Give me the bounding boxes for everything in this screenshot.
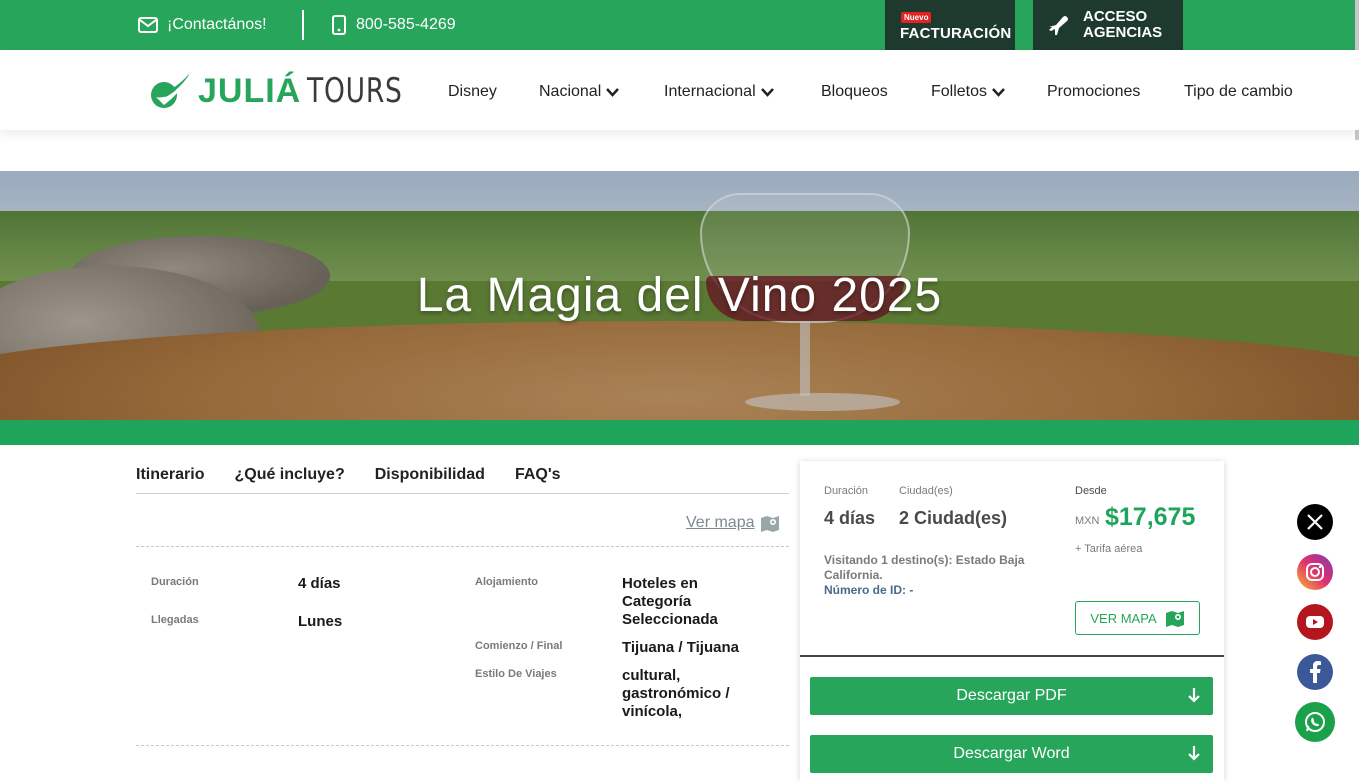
contact-link[interactable]: ¡Contactános!: [138, 0, 267, 50]
descargar-word-button[interactable]: Descargar Word: [810, 735, 1213, 773]
facebook-icon[interactable]: [1297, 654, 1333, 690]
descargar-word-label: Descargar Word: [953, 745, 1070, 762]
alojamiento-value: Hoteles en Categoría Seleccionada: [622, 575, 718, 628]
x-icon[interactable]: [1297, 504, 1333, 540]
estilo-viajes-label: Estilo De Viajes: [475, 668, 557, 680]
whatsapp-icon[interactable]: [1295, 702, 1335, 742]
tab-faqs[interactable]: FAQ's: [515, 466, 561, 486]
divider: [136, 546, 789, 547]
arrow-down-icon: [1188, 688, 1200, 703]
airplane-icon: [1049, 16, 1068, 35]
logo-text-julia: JULIÁ: [198, 71, 302, 110]
nav-item-folletos[interactable]: Folletos: [931, 80, 1005, 104]
card-desde-label: Desde: [1075, 485, 1107, 497]
facturacion-label: FACTURACIÓN: [900, 25, 1012, 42]
nav-label: Bloqueos: [821, 83, 888, 100]
nuevo-badge: Nuevo: [901, 12, 932, 23]
ver-mapa-label: Ver mapa: [686, 514, 755, 531]
nav-item-disney[interactable]: Disney: [448, 80, 497, 104]
mail-icon: [138, 17, 158, 33]
llegadas-label: Llegadas: [151, 614, 199, 626]
comienzo-final-label: Comienzo / Final: [475, 640, 563, 652]
topbar-divider: [302, 10, 304, 40]
card-tarifa-note: + Tarifa aérea: [1075, 543, 1143, 555]
card-currency: MXN: [1075, 515, 1100, 527]
ver-mapa-button-label: VER MAPA: [1090, 610, 1157, 626]
nav-label: Promociones: [1047, 83, 1141, 100]
card-ciudades-value: 2 Ciudad(es): [899, 508, 1008, 528]
estilo-viajes-value: cultural, gastronómico / vinícola,: [622, 667, 730, 720]
divider: [136, 745, 789, 746]
nav-label: Disney: [448, 83, 497, 100]
card-price: $17,675: [1105, 503, 1196, 531]
chevron-down-icon: [606, 87, 620, 97]
logo-leaf-icon: [151, 73, 190, 108]
chevron-down-icon: [992, 87, 1005, 97]
nav-item-nacional[interactable]: Nacional: [539, 80, 620, 104]
acceso-agencias-button[interactable]: ACCESO AGENCIAS: [1033, 0, 1183, 50]
nav-label: Tipo de cambio: [1184, 83, 1293, 100]
nav-item-tipo-de-cambio[interactable]: Tipo de cambio: [1184, 80, 1293, 104]
duracion-value: 4 días: [298, 575, 341, 592]
top-bar: ¡Contactános! 800-585-4269 Nuevo FACTURA…: [0, 0, 1359, 50]
nav-label: Folletos: [931, 83, 988, 100]
descargar-pdf-button[interactable]: Descargar PDF: [810, 677, 1213, 715]
julia-tours-logo[interactable]: JULIÁ TOURS: [150, 70, 430, 112]
chevron-down-icon: [760, 87, 774, 97]
tabs-underline: [136, 493, 789, 494]
map-marker-icon: [1165, 611, 1184, 627]
nav-item-internacional[interactable]: Internacional: [664, 80, 774, 104]
hero-banner: La Magia del Vino 2025: [0, 171, 1359, 420]
facturacion-button[interactable]: Nuevo FACTURACIÓN: [885, 0, 1015, 50]
tab-disponibilidad[interactable]: Disponibilidad: [375, 466, 485, 486]
nav-label: Internacional: [664, 83, 756, 100]
contact-label: ¡Contactános!: [167, 16, 267, 33]
map-marker-icon: [761, 516, 780, 532]
llegadas-value: Lunes: [298, 613, 343, 630]
nav-label: Nacional: [539, 83, 602, 100]
mobile-phone-icon: [332, 15, 346, 35]
descargar-pdf-label: Descargar PDF: [956, 687, 1067, 704]
ver-mapa-button[interactable]: VER MAPA: [1075, 601, 1200, 635]
nav-item-bloqueos[interactable]: Bloqueos: [821, 80, 888, 104]
card-ciudades-label: Ciudad(es): [899, 485, 953, 497]
green-band: [0, 420, 1359, 445]
phone-link[interactable]: 800-585-4269: [332, 0, 456, 50]
alojamiento-label: Alojamiento: [475, 576, 538, 588]
arrow-down-icon: [1188, 746, 1200, 761]
card-numero-id: Número de ID: -: [824, 583, 914, 597]
tour-tabs: Itinerario ¿Qué incluye? Disponibilidad …: [136, 466, 591, 486]
phone-number: 800-585-4269: [356, 16, 456, 33]
instagram-icon[interactable]: [1297, 554, 1333, 590]
nav-item-promociones[interactable]: Promociones: [1047, 80, 1140, 104]
acceso-agencias-label: ACCESO AGENCIAS: [1083, 8, 1163, 41]
youtube-icon[interactable]: [1297, 604, 1333, 640]
card-duracion-label: Duración: [824, 485, 869, 497]
duracion-label: Duración: [151, 576, 199, 588]
logo-text-tours: TOURS: [307, 71, 403, 111]
card-duracion-value: 4 días: [824, 508, 876, 528]
comienzo-final-value: Tijuana / Tijuana: [622, 639, 739, 656]
card-visitando: Visitando 1 destino(s): Estado Baja Cali…: [824, 553, 1025, 582]
hero-title: La Magia del Vino 2025: [416, 269, 943, 322]
tab-que-incluye[interactable]: ¿Qué incluye?: [234, 466, 344, 486]
ver-mapa-link[interactable]: Ver mapa: [686, 514, 780, 532]
tab-itinerario[interactable]: Itinerario: [136, 466, 204, 486]
card-separator: [800, 655, 1224, 657]
